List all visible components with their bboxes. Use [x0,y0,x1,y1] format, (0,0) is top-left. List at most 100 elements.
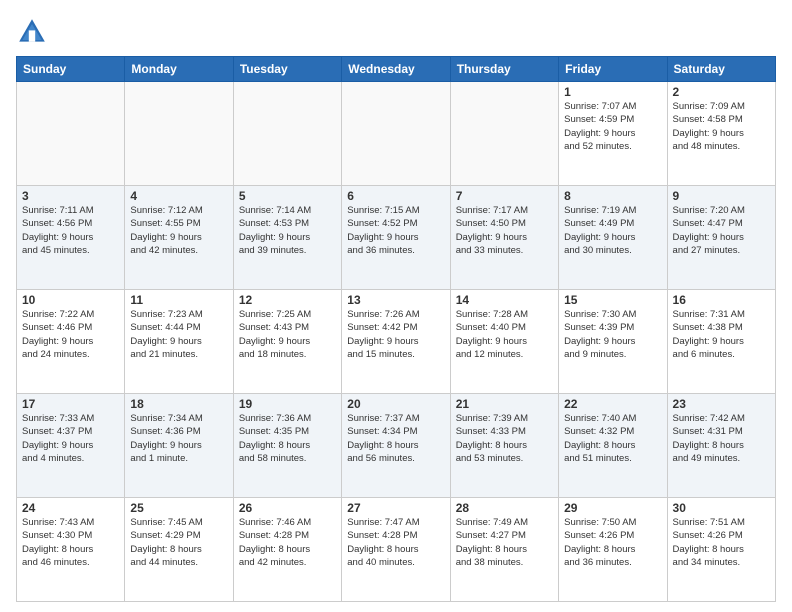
day-cell-26: 26Sunrise: 7:46 AM Sunset: 4:28 PM Dayli… [233,498,341,602]
day-info: Sunrise: 7:33 AM Sunset: 4:37 PM Dayligh… [22,412,119,465]
day-number: 28 [456,501,553,515]
day-cell-5: 5Sunrise: 7:14 AM Sunset: 4:53 PM Daylig… [233,186,341,290]
day-info: Sunrise: 7:47 AM Sunset: 4:28 PM Dayligh… [347,516,444,569]
weekday-header-row: SundayMondayTuesdayWednesdayThursdayFrid… [17,57,776,82]
weekday-header-wednesday: Wednesday [342,57,450,82]
weekday-header-tuesday: Tuesday [233,57,341,82]
day-info: Sunrise: 7:43 AM Sunset: 4:30 PM Dayligh… [22,516,119,569]
weekday-header-thursday: Thursday [450,57,558,82]
day-info: Sunrise: 7:51 AM Sunset: 4:26 PM Dayligh… [673,516,770,569]
day-cell-27: 27Sunrise: 7:47 AM Sunset: 4:28 PM Dayli… [342,498,450,602]
day-info: Sunrise: 7:31 AM Sunset: 4:38 PM Dayligh… [673,308,770,361]
day-number: 10 [22,293,119,307]
day-number: 23 [673,397,770,411]
day-cell-16: 16Sunrise: 7:31 AM Sunset: 4:38 PM Dayli… [667,290,775,394]
day-number: 26 [239,501,336,515]
day-cell-empty [125,82,233,186]
day-number: 15 [564,293,661,307]
day-cell-empty [342,82,450,186]
day-number: 11 [130,293,227,307]
day-number: 29 [564,501,661,515]
day-number: 7 [456,189,553,203]
day-number: 20 [347,397,444,411]
day-number: 24 [22,501,119,515]
day-info: Sunrise: 7:07 AM Sunset: 4:59 PM Dayligh… [564,100,661,153]
day-cell-20: 20Sunrise: 7:37 AM Sunset: 4:34 PM Dayli… [342,394,450,498]
day-number: 12 [239,293,336,307]
day-cell-25: 25Sunrise: 7:45 AM Sunset: 4:29 PM Dayli… [125,498,233,602]
day-cell-empty [450,82,558,186]
day-info: Sunrise: 7:49 AM Sunset: 4:27 PM Dayligh… [456,516,553,569]
day-info: Sunrise: 7:42 AM Sunset: 4:31 PM Dayligh… [673,412,770,465]
day-cell-17: 17Sunrise: 7:33 AM Sunset: 4:37 PM Dayli… [17,394,125,498]
day-info: Sunrise: 7:17 AM Sunset: 4:50 PM Dayligh… [456,204,553,257]
day-cell-9: 9Sunrise: 7:20 AM Sunset: 4:47 PM Daylig… [667,186,775,290]
day-cell-15: 15Sunrise: 7:30 AM Sunset: 4:39 PM Dayli… [559,290,667,394]
day-cell-3: 3Sunrise: 7:11 AM Sunset: 4:56 PM Daylig… [17,186,125,290]
day-cell-10: 10Sunrise: 7:22 AM Sunset: 4:46 PM Dayli… [17,290,125,394]
calendar-table: SundayMondayTuesdayWednesdayThursdayFrid… [16,56,776,602]
day-info: Sunrise: 7:26 AM Sunset: 4:42 PM Dayligh… [347,308,444,361]
day-number: 1 [564,85,661,99]
day-info: Sunrise: 7:28 AM Sunset: 4:40 PM Dayligh… [456,308,553,361]
day-number: 21 [456,397,553,411]
day-info: Sunrise: 7:39 AM Sunset: 4:33 PM Dayligh… [456,412,553,465]
day-cell-empty [17,82,125,186]
day-info: Sunrise: 7:20 AM Sunset: 4:47 PM Dayligh… [673,204,770,257]
day-cell-21: 21Sunrise: 7:39 AM Sunset: 4:33 PM Dayli… [450,394,558,498]
day-cell-1: 1Sunrise: 7:07 AM Sunset: 4:59 PM Daylig… [559,82,667,186]
day-cell-30: 30Sunrise: 7:51 AM Sunset: 4:26 PM Dayli… [667,498,775,602]
day-cell-6: 6Sunrise: 7:15 AM Sunset: 4:52 PM Daylig… [342,186,450,290]
day-info: Sunrise: 7:34 AM Sunset: 4:36 PM Dayligh… [130,412,227,465]
day-cell-22: 22Sunrise: 7:40 AM Sunset: 4:32 PM Dayli… [559,394,667,498]
weekday-header-monday: Monday [125,57,233,82]
day-cell-11: 11Sunrise: 7:23 AM Sunset: 4:44 PM Dayli… [125,290,233,394]
day-number: 3 [22,189,119,203]
week-row-5: 24Sunrise: 7:43 AM Sunset: 4:30 PM Dayli… [17,498,776,602]
day-info: Sunrise: 7:19 AM Sunset: 4:49 PM Dayligh… [564,204,661,257]
day-number: 13 [347,293,444,307]
day-number: 18 [130,397,227,411]
day-info: Sunrise: 7:14 AM Sunset: 4:53 PM Dayligh… [239,204,336,257]
day-info: Sunrise: 7:12 AM Sunset: 4:55 PM Dayligh… [130,204,227,257]
weekday-header-saturday: Saturday [667,57,775,82]
day-number: 27 [347,501,444,515]
day-cell-19: 19Sunrise: 7:36 AM Sunset: 4:35 PM Dayli… [233,394,341,498]
weekday-header-sunday: Sunday [17,57,125,82]
day-number: 19 [239,397,336,411]
day-info: Sunrise: 7:36 AM Sunset: 4:35 PM Dayligh… [239,412,336,465]
day-info: Sunrise: 7:40 AM Sunset: 4:32 PM Dayligh… [564,412,661,465]
day-number: 8 [564,189,661,203]
day-info: Sunrise: 7:37 AM Sunset: 4:34 PM Dayligh… [347,412,444,465]
day-cell-12: 12Sunrise: 7:25 AM Sunset: 4:43 PM Dayli… [233,290,341,394]
day-number: 16 [673,293,770,307]
day-number: 25 [130,501,227,515]
logo [16,16,52,48]
weekday-header-friday: Friday [559,57,667,82]
week-row-3: 10Sunrise: 7:22 AM Sunset: 4:46 PM Dayli… [17,290,776,394]
day-number: 6 [347,189,444,203]
day-number: 4 [130,189,227,203]
week-row-2: 3Sunrise: 7:11 AM Sunset: 4:56 PM Daylig… [17,186,776,290]
day-cell-24: 24Sunrise: 7:43 AM Sunset: 4:30 PM Dayli… [17,498,125,602]
day-cell-8: 8Sunrise: 7:19 AM Sunset: 4:49 PM Daylig… [559,186,667,290]
day-info: Sunrise: 7:50 AM Sunset: 4:26 PM Dayligh… [564,516,661,569]
day-info: Sunrise: 7:45 AM Sunset: 4:29 PM Dayligh… [130,516,227,569]
day-number: 17 [22,397,119,411]
day-number: 14 [456,293,553,307]
day-info: Sunrise: 7:23 AM Sunset: 4:44 PM Dayligh… [130,308,227,361]
day-info: Sunrise: 7:25 AM Sunset: 4:43 PM Dayligh… [239,308,336,361]
week-row-4: 17Sunrise: 7:33 AM Sunset: 4:37 PM Dayli… [17,394,776,498]
day-cell-7: 7Sunrise: 7:17 AM Sunset: 4:50 PM Daylig… [450,186,558,290]
day-cell-13: 13Sunrise: 7:26 AM Sunset: 4:42 PM Dayli… [342,290,450,394]
day-cell-29: 29Sunrise: 7:50 AM Sunset: 4:26 PM Dayli… [559,498,667,602]
day-number: 9 [673,189,770,203]
header [16,16,776,48]
day-number: 2 [673,85,770,99]
day-cell-4: 4Sunrise: 7:12 AM Sunset: 4:55 PM Daylig… [125,186,233,290]
day-info: Sunrise: 7:30 AM Sunset: 4:39 PM Dayligh… [564,308,661,361]
day-cell-2: 2Sunrise: 7:09 AM Sunset: 4:58 PM Daylig… [667,82,775,186]
day-cell-14: 14Sunrise: 7:28 AM Sunset: 4:40 PM Dayli… [450,290,558,394]
day-info: Sunrise: 7:22 AM Sunset: 4:46 PM Dayligh… [22,308,119,361]
day-info: Sunrise: 7:09 AM Sunset: 4:58 PM Dayligh… [673,100,770,153]
